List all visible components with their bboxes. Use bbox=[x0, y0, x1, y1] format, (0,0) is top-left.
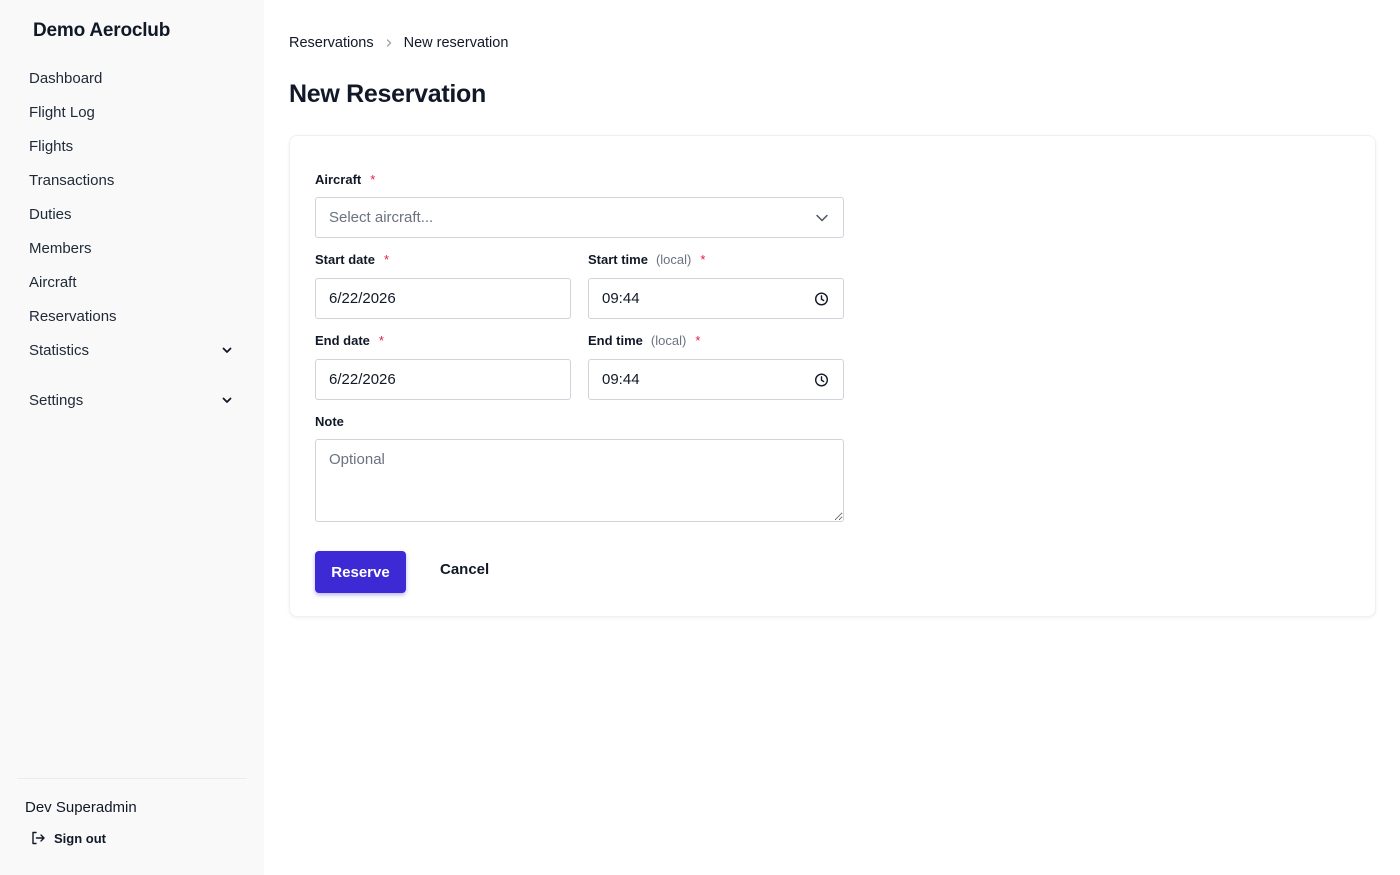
brand-title: Demo Aeroclub bbox=[33, 20, 171, 41]
sidebar-item-members[interactable]: Members bbox=[17, 231, 247, 265]
sidebar-item-label: Statistics bbox=[29, 341, 90, 359]
sidebar-item-label: Flights bbox=[29, 137, 74, 155]
sidebar-item-label: Aircraft bbox=[29, 273, 77, 291]
required-marker: * bbox=[700, 252, 706, 267]
end-time-label-text: End time bbox=[588, 333, 643, 348]
sidebar: Demo Aeroclub Dashboard Flight Log Fligh… bbox=[0, 0, 264, 875]
sidebar-item-settings[interactable]: Settings bbox=[17, 383, 247, 417]
chevron-right-icon bbox=[386, 39, 391, 47]
note-textarea[interactable] bbox=[315, 439, 844, 522]
note-label: Note bbox=[315, 414, 344, 429]
note-label-text: Note bbox=[315, 414, 344, 429]
breadcrumb-link-reservations[interactable]: Reservations bbox=[289, 35, 374, 51]
start-date-input[interactable]: 6/22/2026 bbox=[315, 278, 571, 319]
end-date-value: 6/22/2026 bbox=[329, 371, 396, 388]
sidebar-item-label: Settings bbox=[29, 391, 84, 409]
end-date-label: End date * bbox=[315, 333, 384, 348]
end-date-input[interactable]: 6/22/2026 bbox=[315, 359, 571, 400]
start-date-label: Start date * bbox=[315, 252, 389, 267]
breadcrumb: Reservations New reservation bbox=[289, 35, 508, 51]
aircraft-select[interactable]: Select aircraft... bbox=[315, 197, 844, 238]
start-time-label: Start time (local) * bbox=[588, 252, 705, 267]
sidebar-item-reservations[interactable]: Reservations bbox=[17, 299, 247, 333]
sidebar-nav: Dashboard Flight Log Flights Transaction… bbox=[17, 61, 247, 417]
sidebar-item-label: Dashboard bbox=[29, 69, 103, 87]
reserve-button[interactable]: Reserve bbox=[315, 551, 406, 593]
user-name: Dev Superadmin bbox=[25, 799, 137, 816]
sidebar-item-label: Transactions bbox=[29, 171, 115, 189]
sign-out-label: Sign out bbox=[54, 830, 106, 846]
cancel-button[interactable]: Cancel bbox=[440, 561, 489, 578]
aircraft-label: Aircraft * bbox=[315, 172, 375, 187]
chevron-down-icon bbox=[815, 211, 829, 225]
chevron-down-icon bbox=[222, 397, 232, 403]
start-time-hint: (local) bbox=[655, 252, 692, 267]
required-marker: * bbox=[370, 172, 376, 187]
start-date-label-text: Start date bbox=[315, 252, 375, 267]
sidebar-footer: Dev Superadmin Sign out bbox=[17, 778, 247, 846]
required-marker: * bbox=[378, 333, 384, 348]
aircraft-label-text: Aircraft bbox=[315, 172, 362, 187]
required-marker: * bbox=[383, 252, 390, 267]
sidebar-item-transactions[interactable]: Transactions bbox=[17, 163, 247, 197]
sidebar-item-dashboard[interactable]: Dashboard bbox=[17, 61, 247, 95]
clock-icon[interactable] bbox=[814, 372, 829, 387]
end-time-value: 09:44 bbox=[602, 371, 640, 388]
sign-out-icon bbox=[32, 831, 45, 845]
required-marker: * bbox=[695, 333, 701, 348]
start-date-value: 6/22/2026 bbox=[329, 290, 396, 307]
chevron-down-icon bbox=[222, 347, 232, 353]
sidebar-item-label: Reservations bbox=[29, 307, 117, 325]
sidebar-item-label: Duties bbox=[29, 205, 72, 223]
start-time-label-text: Start time bbox=[588, 252, 648, 267]
page-title: New Reservation bbox=[289, 80, 486, 108]
end-time-input[interactable]: 09:44 bbox=[588, 359, 844, 400]
start-time-input[interactable]: 09:44 bbox=[588, 278, 844, 319]
end-time-label: End time (local) * bbox=[588, 333, 700, 348]
sidebar-item-flights[interactable]: Flights bbox=[17, 129, 247, 163]
main-content: Reservations New reservation New Reserva… bbox=[264, 0, 1400, 875]
clock-icon[interactable] bbox=[814, 291, 829, 306]
app-root: Demo Aeroclub Dashboard Flight Log Fligh… bbox=[0, 0, 1400, 875]
sidebar-item-flight-log[interactable]: Flight Log bbox=[17, 95, 247, 129]
sidebar-item-label: Members bbox=[29, 239, 92, 257]
end-time-hint: (local) bbox=[650, 333, 687, 348]
start-time-value: 09:44 bbox=[602, 290, 640, 307]
sidebar-item-statistics[interactable]: Statistics bbox=[17, 333, 247, 367]
sidebar-item-aircraft[interactable]: Aircraft bbox=[17, 265, 247, 299]
sidebar-item-label: Flight Log bbox=[29, 103, 95, 121]
breadcrumb-current: New reservation bbox=[403, 35, 509, 51]
end-date-label-text: End date bbox=[315, 333, 370, 348]
sign-out-button[interactable]: Sign out bbox=[17, 830, 247, 846]
aircraft-select-placeholder: Select aircraft... bbox=[329, 209, 434, 226]
sidebar-item-duties[interactable]: Duties bbox=[17, 197, 247, 231]
reservation-form-card: Aircraft * Select aircraft... Start date… bbox=[289, 135, 1376, 617]
